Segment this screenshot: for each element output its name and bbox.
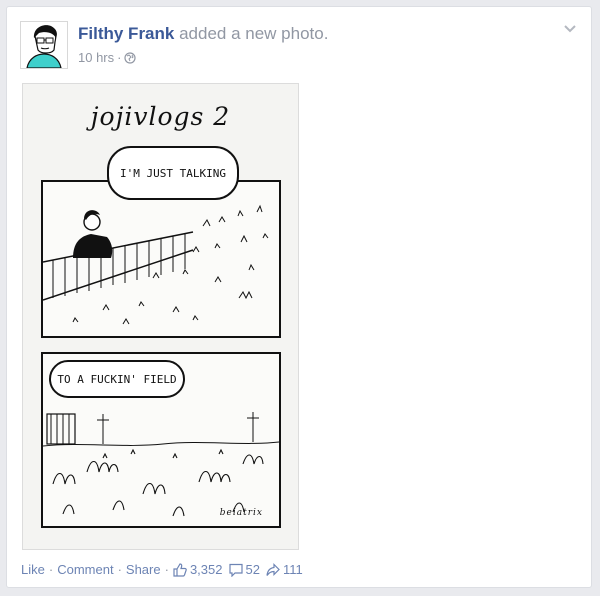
thumbs-up-icon[interactable] <box>173 562 187 577</box>
share-arrow-icon[interactable] <box>266 562 280 577</box>
post-action-text: added a new photo. <box>179 24 329 43</box>
footer-separator: · <box>164 562 169 577</box>
post-photo[interactable]: jojivlogs 2 I'M JUST TALKING TO A FUCKIN… <box>22 83 299 550</box>
chevron-down-icon[interactable] <box>563 21 577 33</box>
post-card: Filthy Frank added a new photo. 10 hrs ·… <box>6 6 592 588</box>
likes-count[interactable]: 3,352 <box>190 562 223 577</box>
comic-panel-1-drawing <box>42 204 269 325</box>
post-header: Filthy Frank added a new photo. <box>78 24 328 44</box>
timestamp-link[interactable]: 10 hrs <box>78 50 114 65</box>
comment-link[interactable]: Comment <box>57 562 113 577</box>
comments-count[interactable]: 52 <box>246 562 260 577</box>
shares-count[interactable]: 111 <box>283 562 303 577</box>
avatar[interactable] <box>20 21 68 69</box>
comment-icon[interactable] <box>228 563 243 577</box>
comic-panel-1: I'M JUST TALKING <box>41 146 281 338</box>
meta-separator: · <box>117 50 122 65</box>
artist-signature: beiatrix <box>219 508 263 518</box>
speech-bubble-2: TO A FUCKIN' FIELD <box>49 360 185 398</box>
author-name-link[interactable]: Filthy Frank <box>78 24 174 43</box>
share-link[interactable]: Share <box>126 562 161 577</box>
footer-separator: · <box>48 562 54 577</box>
comic-panel-2: TO A FUCKIN' FIELD beiatrix <box>41 352 281 528</box>
post-footer: Like · Comment · Share · 3,352 52 111 <box>21 562 309 577</box>
footer-separator: · <box>117 562 122 577</box>
comic-title: jojivlogs 2 <box>90 102 231 131</box>
globe-icon[interactable] <box>124 51 137 64</box>
like-link[interactable]: Like <box>21 562 45 577</box>
post-meta: 10 hrs · <box>78 50 137 65</box>
speech-bubble-1: I'M JUST TALKING <box>107 146 239 200</box>
